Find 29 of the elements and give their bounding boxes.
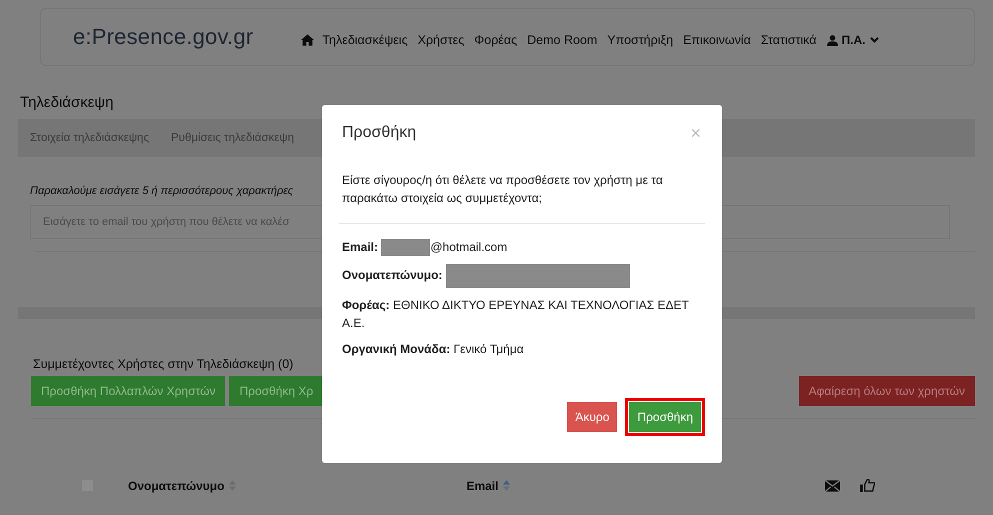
nav-link[interactable]: Υποστήριξη — [607, 33, 674, 47]
column-header[interactable]: Ονοματεπώνυμο — [128, 478, 236, 492]
nav-link[interactable]: Demo Room — [527, 33, 598, 47]
site-logo[interactable]: e:Presence.gov.gr — [73, 24, 254, 50]
nav-link[interactable]: Τηλεδιασκέψεις — [322, 33, 408, 47]
dialog-title: Προσθήκη — [342, 124, 416, 142]
tab[interactable]: Ρυθμίσεις τηλεδιάσκεψη — [170, 132, 294, 144]
home-icon[interactable] — [301, 34, 314, 46]
cancel-button[interactable]: Άκυρο — [567, 402, 618, 432]
detail-line: Φορέας: ΕΘΝΙΚΟ ΔΙΚΤΥΟ ΕΡΕΥΝΑΣ ΚΑΙ ΤΕΧΝΟΛΟΓΙΑΣ ΕΔΕΤ Α.Ε. — [342, 297, 690, 332]
nav-link[interactable]: Χρήστες — [418, 33, 464, 47]
thumbs-up-icon[interactable] — [860, 479, 876, 492]
tab[interactable]: Στοιχεία τηλεδιάσκεψης — [30, 132, 149, 144]
user-icon — [826, 34, 838, 46]
detail-line: Email: @hotmail.com — [342, 238, 705, 256]
envelope-icon[interactable] — [825, 480, 840, 492]
nav-link[interactable]: Στατιστικά — [760, 33, 817, 47]
participants-heading: Συμμετέχοντες Χρήστες στην Τηλεδιάσκεψη (0) — [33, 357, 294, 371]
instruction-text: Παρακαλούμε εισάγετε 5 ή περισσότερους χαρακτήρες — [30, 185, 294, 197]
page-title: Τηλεδιάσκεψη — [20, 94, 114, 111]
column-header[interactable]: Email — [466, 478, 510, 492]
nav-link[interactable]: Φορέας — [474, 33, 518, 47]
detail-line: Οργανική Μονάδα: Γενικό Τμήμα — [342, 341, 525, 358]
dialog-message: Είστε σίγουρος/η ότι θέλετε να προσθέσετε τον χρήστη με τα παρακάτω στοιχεία ως συμμετέχοντα; — [342, 172, 664, 207]
nav-link[interactable]: Επικοινωνία — [683, 33, 751, 47]
remove-all-button[interactable]: Αφαίρεση όλων των χρηστών — [798, 376, 975, 406]
confirm-button[interactable]: Προσθήκη — [629, 402, 701, 432]
chevron-down-icon[interactable] — [870, 36, 879, 44]
user-menu[interactable]: Π.Α. — [842, 33, 866, 47]
